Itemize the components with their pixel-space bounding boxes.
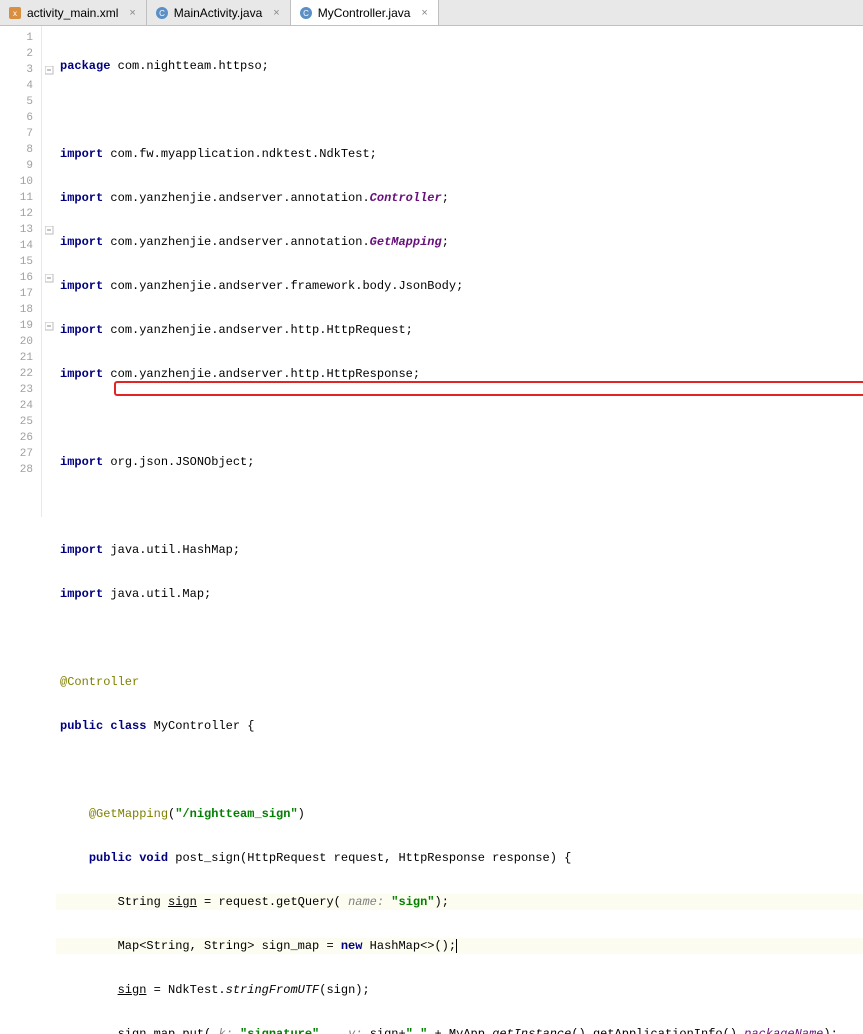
line-number[interactable]: 9 xyxy=(0,158,41,174)
code-line xyxy=(56,630,863,646)
line-number[interactable]: 2 xyxy=(0,46,41,62)
code-line: import java.util.HashMap; xyxy=(56,542,863,558)
code-line: @Controller xyxy=(56,674,863,690)
code-line: public void post_sign(HttpRequest reques… xyxy=(56,850,863,866)
code-line: import java.util.Map; xyxy=(56,586,863,602)
line-number[interactable]: 12 xyxy=(0,206,41,222)
line-number[interactable]: 19 xyxy=(0,318,41,334)
code-line: @GetMapping("/nightteam_sign") xyxy=(56,806,863,822)
editor-area: 1 2 3 4 5 6 7 8 9 10 11 12 13 14 15 16 1… xyxy=(0,26,863,517)
highlight-box xyxy=(114,381,863,396)
line-number[interactable]: 25 xyxy=(0,414,41,430)
fold-icon[interactable] xyxy=(42,62,56,78)
code-line xyxy=(56,102,863,118)
code-line: import com.yanzhenjie.andserver.annotati… xyxy=(56,190,863,206)
close-icon[interactable]: × xyxy=(421,7,427,19)
line-number[interactable]: 16 xyxy=(0,270,41,286)
line-number[interactable]: 10 xyxy=(0,174,41,190)
line-number[interactable]: 22 xyxy=(0,366,41,382)
tab-label: MainActivity.java xyxy=(174,6,262,20)
code-line: import com.fw.myapplication.ndktest.NdkT… xyxy=(56,146,863,162)
code-line xyxy=(56,498,863,514)
line-number[interactable]: 5 xyxy=(0,94,41,110)
line-number[interactable]: 28 xyxy=(0,462,41,478)
tab-my-controller[interactable]: C MyController.java × xyxy=(291,0,439,25)
line-number[interactable]: 13 xyxy=(0,222,41,238)
close-icon[interactable]: × xyxy=(129,7,135,19)
tab-label: MyController.java xyxy=(318,6,411,20)
close-icon[interactable]: × xyxy=(273,7,279,19)
line-number[interactable]: 27 xyxy=(0,446,41,462)
code-line: sign = NdkTest.stringFromUTF(sign); xyxy=(56,982,863,998)
editor-tabs: x activity_main.xml × C MainActivity.jav… xyxy=(0,0,863,26)
gutter-markers xyxy=(42,26,56,517)
code-line: String sign = request.getQuery( name: "s… xyxy=(56,894,863,910)
java-class-icon: C xyxy=(155,6,169,20)
line-number[interactable]: 17 xyxy=(0,286,41,302)
fold-icon[interactable] xyxy=(42,318,56,334)
line-number[interactable]: 14 xyxy=(0,238,41,254)
code-line xyxy=(56,762,863,778)
code-line: import com.yanzhenjie.andserver.http.Htt… xyxy=(56,366,863,382)
svg-text:C: C xyxy=(303,9,309,18)
code-line: sign_map.put( k: "signature", v: sign+" … xyxy=(56,1026,863,1034)
code-line: package com.nightteam.httpso; xyxy=(56,58,863,74)
line-number[interactable]: 1 xyxy=(0,30,41,46)
line-number[interactable]: 11 xyxy=(0,190,41,206)
code-line: import com.yanzhenjie.andserver.http.Htt… xyxy=(56,322,863,338)
line-number[interactable]: 8 xyxy=(0,142,41,158)
code-editor[interactable]: package com.nightteam.httpso; import com… xyxy=(56,26,863,517)
svg-text:C: C xyxy=(159,9,165,18)
line-number[interactable]: 15 xyxy=(0,254,41,270)
line-number[interactable]: 21 xyxy=(0,350,41,366)
java-class-icon: C xyxy=(299,6,313,20)
code-line: import com.yanzhenjie.andserver.annotati… xyxy=(56,234,863,250)
line-number[interactable]: 20 xyxy=(0,334,41,350)
fold-icon[interactable] xyxy=(42,270,56,286)
code-line: import com.yanzhenjie.andserver.framewor… xyxy=(56,278,863,294)
line-number-gutter: 1 2 3 4 5 6 7 8 9 10 11 12 13 14 15 16 1… xyxy=(0,26,42,517)
line-number[interactable]: 7 xyxy=(0,126,41,142)
svg-text:x: x xyxy=(13,9,17,18)
line-number[interactable]: 23 xyxy=(0,382,41,398)
tab-main-activity[interactable]: C MainActivity.java × xyxy=(147,0,291,25)
line-number[interactable]: 4 xyxy=(0,78,41,94)
code-line: Map<String, String> sign_map = new HashM… xyxy=(56,938,863,954)
line-number[interactable]: 6 xyxy=(0,110,41,126)
line-number[interactable]: 24 xyxy=(0,398,41,414)
xml-file-icon: x xyxy=(8,6,22,20)
tab-label: activity_main.xml xyxy=(27,6,118,20)
line-number[interactable]: 18 xyxy=(0,302,41,318)
code-line: public class MyController { xyxy=(56,718,863,734)
line-number[interactable]: 26 xyxy=(0,430,41,446)
tab-activity-main[interactable]: x activity_main.xml × xyxy=(0,0,147,25)
fold-icon[interactable] xyxy=(42,222,56,238)
code-line: import org.json.JSONObject; xyxy=(56,454,863,470)
text-cursor xyxy=(456,939,457,953)
line-number[interactable]: 3 xyxy=(0,62,41,78)
code-line xyxy=(56,410,863,426)
